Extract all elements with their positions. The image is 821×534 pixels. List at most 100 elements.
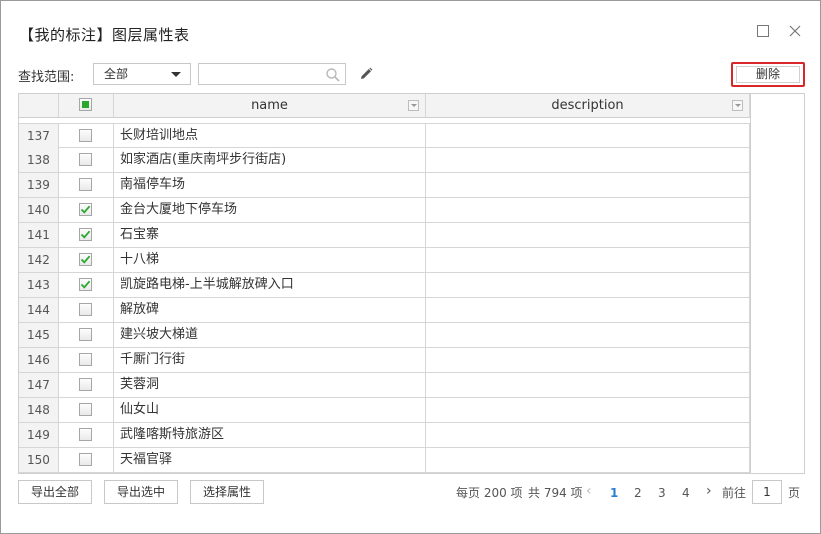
search-input[interactable] — [203, 65, 327, 85]
table-row[interactable]: 140 金台大厦地下停车场 — [19, 198, 750, 223]
row-checkbox[interactable] — [79, 353, 92, 366]
row-checkbox[interactable] — [79, 453, 92, 466]
row-select-cell — [59, 198, 114, 222]
row-name[interactable]: 解放碑 — [114, 298, 426, 322]
export-selected-button[interactable]: 导出选中 — [104, 480, 178, 504]
row-checkbox[interactable] — [79, 278, 92, 291]
row-checkbox[interactable] — [79, 153, 92, 166]
row-name[interactable]: 十八梯 — [114, 248, 426, 272]
table-row[interactable]: 144 解放碑 — [19, 298, 750, 323]
row-name[interactable]: 如家酒店(重庆南坪步行街店) — [114, 148, 426, 172]
row-select-cell — [59, 448, 114, 472]
row-description[interactable] — [426, 223, 750, 247]
select-all-checkbox[interactable] — [79, 98, 92, 111]
table-row[interactable]: 142 十八梯 — [19, 248, 750, 273]
table-row[interactable]: 149 武隆喀斯特旅游区 — [19, 423, 750, 448]
header-description-label: description — [551, 98, 624, 113]
row-index: 138 — [19, 148, 59, 172]
grid-rows: 137 长财培训地点 138 如家酒店(重庆南坪步行街店) 139 南福停车场 140 金台大… — [19, 123, 750, 473]
row-name[interactable]: 芙蓉洞 — [114, 373, 426, 397]
row-description[interactable] — [426, 373, 750, 397]
row-select-cell — [59, 173, 114, 197]
total-count-text: 共 794 项 — [528, 486, 583, 500]
row-select-cell — [59, 373, 114, 397]
attribute-table-dialog: 【我的标注】图层属性表 查找范围: 全部 删除 name description… — [0, 0, 821, 534]
row-description[interactable] — [426, 148, 750, 172]
row-description[interactable] — [426, 173, 750, 197]
row-name[interactable]: 仙女山 — [114, 398, 426, 422]
search-icon[interactable] — [325, 67, 341, 83]
scope-select[interactable]: 全部 — [93, 63, 191, 85]
row-description[interactable] — [426, 448, 750, 472]
row-index: 148 — [19, 398, 59, 422]
row-index: 139 — [19, 173, 59, 197]
table-row[interactable]: 147 芙蓉洞 — [19, 373, 750, 398]
select-attributes-button[interactable]: 选择属性 — [190, 480, 264, 504]
table-row[interactable]: 141 石宝寨 — [19, 223, 750, 248]
pencil-icon[interactable] — [358, 66, 374, 82]
header-select-cell — [59, 94, 114, 117]
page-unit-label: 页 — [788, 486, 801, 500]
row-checkbox[interactable] — [79, 129, 92, 142]
table-row[interactable]: 146 千厮门行街 — [19, 348, 750, 373]
table-row[interactable]: 139 南福停车场 — [19, 173, 750, 198]
row-checkbox[interactable] — [79, 253, 92, 266]
close-icon[interactable] — [787, 23, 803, 39]
row-checkbox[interactable] — [79, 428, 92, 441]
row-index: 144 — [19, 298, 59, 322]
goto-page-input[interactable] — [752, 480, 782, 504]
row-description[interactable] — [426, 124, 750, 148]
row-checkbox[interactable] — [79, 303, 92, 316]
row-name[interactable]: 石宝寨 — [114, 223, 426, 247]
row-description[interactable] — [426, 348, 750, 372]
header-description[interactable]: description — [426, 94, 750, 117]
table-row[interactable]: 143 凯旋路电梯-上半城解放碑入口 — [19, 273, 750, 298]
page-2[interactable]: 2 — [634, 485, 642, 501]
header-name-label: name — [251, 98, 288, 113]
page-4[interactable]: 4 — [682, 485, 690, 501]
row-name[interactable]: 金台大厦地下停车场 — [114, 198, 426, 222]
row-checkbox[interactable] — [79, 228, 92, 241]
table-row[interactable]: 138 如家酒店(重庆南坪步行街店) — [19, 148, 750, 173]
table-row[interactable]: 145 建兴坡大梯道 — [19, 323, 750, 348]
row-name[interactable]: 天福官驿 — [114, 448, 426, 472]
delete-button[interactable]: 删除 — [731, 62, 805, 87]
table-row[interactable]: 150 天福官驿 — [19, 448, 750, 473]
row-description[interactable] — [426, 423, 750, 447]
row-checkbox[interactable] — [79, 328, 92, 341]
table-row[interactable]: 148 仙女山 — [19, 398, 750, 423]
prev-page-icon[interactable]: ‹ — [586, 483, 592, 499]
row-select-cell — [59, 398, 114, 422]
row-description[interactable] — [426, 198, 750, 222]
row-description[interactable] — [426, 323, 750, 347]
row-name[interactable]: 建兴坡大梯道 — [114, 323, 426, 347]
name-column-menu-icon[interactable] — [408, 100, 419, 111]
row-description[interactable] — [426, 273, 750, 297]
row-checkbox[interactable] — [79, 203, 92, 216]
row-description[interactable] — [426, 248, 750, 272]
row-name[interactable]: 南福停车场 — [114, 173, 426, 197]
row-checkbox[interactable] — [79, 378, 92, 391]
row-index: 149 — [19, 423, 59, 447]
row-name[interactable]: 凯旋路电梯-上半城解放碑入口 — [114, 273, 426, 297]
row-description[interactable] — [426, 298, 750, 322]
scope-select-value: 全部 — [104, 67, 129, 81]
table-row[interactable]: 137 长财培训地点 — [19, 123, 750, 148]
row-name[interactable]: 武隆喀斯特旅游区 — [114, 423, 426, 447]
description-column-menu-icon[interactable] — [732, 100, 743, 111]
row-description[interactable] — [426, 398, 750, 422]
next-page-icon[interactable]: › — [706, 483, 712, 499]
row-checkbox[interactable] — [79, 178, 92, 191]
row-index: 150 — [19, 448, 59, 472]
scrollbar[interactable] — [750, 94, 804, 473]
page-3[interactable]: 3 — [658, 485, 666, 501]
row-select-cell — [59, 423, 114, 447]
row-name[interactable]: 长财培训地点 — [114, 124, 426, 148]
row-name[interactable]: 千厮门行街 — [114, 348, 426, 372]
chevron-down-icon — [171, 72, 181, 77]
header-name[interactable]: name — [114, 94, 426, 117]
export-all-button[interactable]: 导出全部 — [18, 480, 92, 504]
page-1[interactable]: 1 — [610, 485, 618, 501]
maximize-icon[interactable] — [755, 23, 771, 39]
row-checkbox[interactable] — [79, 403, 92, 416]
